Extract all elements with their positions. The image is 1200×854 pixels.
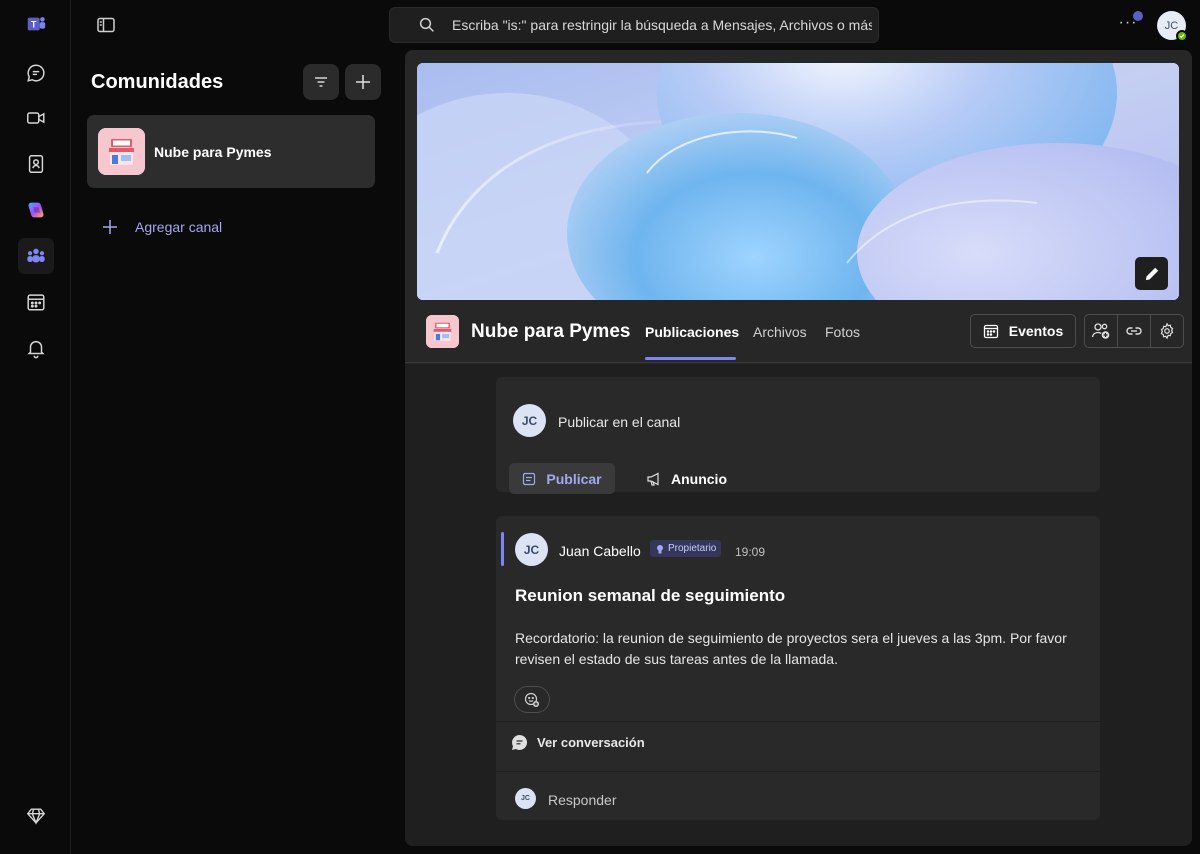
- role-badge: Propietario: [650, 540, 722, 557]
- community-title: Nube para Pymes: [471, 321, 631, 342]
- add-person-icon: [1091, 323, 1110, 339]
- search-input[interactable]: [452, 17, 872, 33]
- announcement-label: Anuncio: [671, 470, 727, 487]
- add-reaction-button[interactable]: [514, 686, 550, 713]
- panel-title: Comunidades: [91, 71, 224, 93]
- sidebar-toggle-icon[interactable]: [95, 14, 117, 36]
- announcement-button[interactable]: Anuncio: [646, 463, 727, 494]
- posts-feed: JC Publicar en el canal Publicar Anuncio…: [405, 364, 1192, 846]
- community-banner: [417, 63, 1179, 300]
- owner-icon: [657, 544, 663, 553]
- emoji-add-icon: [524, 692, 539, 707]
- filter-icon: [315, 77, 327, 87]
- post-title: Reunion semanal de seguimiento: [515, 586, 786, 605]
- avatar: JC: [513, 404, 546, 437]
- contacts-icon[interactable]: [18, 146, 54, 182]
- calendar-icon: [983, 324, 998, 339]
- teams-logo-icon[interactable]: T: [18, 6, 54, 42]
- add-channel-button[interactable]: Agregar canal: [101, 218, 222, 236]
- compose-box[interactable]: JC Publicar en el canal Publicar Anuncio: [496, 377, 1100, 494]
- user-avatar[interactable]: JC: [1157, 11, 1188, 42]
- community-logo: [426, 315, 459, 348]
- top-bar: ··· JC: [71, 0, 1200, 50]
- view-conversation-button[interactable]: Ver conversación: [511, 732, 645, 752]
- tab-fotos[interactable]: Fotos: [825, 324, 860, 340]
- header-actions: [1084, 314, 1184, 348]
- tab-publicaciones[interactable]: Publicaciones: [645, 324, 739, 340]
- author-name[interactable]: Juan Cabello: [559, 543, 641, 559]
- avatar: JC: [515, 788, 536, 809]
- settings-button[interactable]: [1151, 315, 1183, 347]
- filter-button[interactable]: [303, 64, 339, 100]
- video-icon[interactable]: [18, 100, 54, 136]
- events-button[interactable]: Eventos: [970, 314, 1076, 348]
- chat-icon[interactable]: [18, 55, 54, 91]
- edit-banner-button[interactable]: [1135, 257, 1168, 290]
- add-channel-label: Agregar canal: [135, 219, 223, 235]
- add-community-button[interactable]: [345, 64, 381, 100]
- copy-link-button[interactable]: [1118, 315, 1151, 347]
- gear-icon: [1160, 322, 1174, 340]
- copilot-icon[interactable]: [18, 192, 54, 228]
- community-item[interactable]: Nube para Pymes: [87, 115, 375, 188]
- notification-dot: [1133, 11, 1143, 21]
- events-label: Eventos: [1008, 323, 1064, 339]
- calendar-icon[interactable]: [18, 284, 54, 320]
- svg-text:T: T: [31, 20, 37, 30]
- author-avatar[interactable]: JC: [515, 533, 548, 566]
- tab-archivos[interactable]: Archivos: [753, 324, 807, 340]
- divider: [496, 721, 1100, 722]
- view-conversation-label: Ver conversación: [537, 734, 645, 750]
- channel-post: JC Juan Cabello Propietario 19:09 Reunio…: [496, 516, 1100, 820]
- search-box[interactable]: [389, 7, 879, 43]
- post-body: Recordatorio: la reunion de seguimiento …: [515, 630, 1067, 667]
- add-member-button[interactable]: [1085, 315, 1118, 347]
- user-initials: JC: [1164, 19, 1179, 32]
- pencil-icon: [1145, 267, 1158, 280]
- communities-icon[interactable]: [18, 238, 54, 274]
- post-accent-bar: [501, 532, 504, 566]
- plus-icon: [356, 75, 370, 89]
- active-tab-indicator: [645, 357, 736, 360]
- post-timestamp: 19:09: [735, 545, 766, 559]
- app-rail: T: [0, 0, 71, 854]
- community-main-pane: Nube para Pymes Publicaciones Archivos F…: [405, 50, 1192, 846]
- publish-button[interactable]: Publicar: [509, 463, 615, 494]
- link-icon: [1126, 327, 1142, 335]
- community-header: Nube para Pymes Publicaciones Archivos F…: [405, 300, 1192, 363]
- bell-icon[interactable]: [18, 330, 54, 366]
- communities-panel: Comunidades Nube para Pymes Agregar cana…: [71, 50, 405, 854]
- divider: [496, 771, 1100, 772]
- plus-icon: [103, 220, 117, 234]
- compose-placeholder[interactable]: Publicar en el canal: [558, 414, 680, 430]
- megaphone-icon: [647, 472, 659, 486]
- post-icon: [523, 472, 536, 485]
- search-icon: [419, 17, 434, 32]
- presence-available-icon: [1176, 30, 1188, 42]
- reply-button[interactable]: Responder: [548, 792, 617, 808]
- community-name: Nube para Pymes: [154, 144, 272, 160]
- role-label: Propietario: [668, 543, 717, 554]
- publish-label: Publicar: [546, 470, 602, 487]
- diamond-icon[interactable]: [18, 798, 54, 834]
- conversation-icon: [512, 734, 528, 750]
- community-logo: [98, 128, 145, 175]
